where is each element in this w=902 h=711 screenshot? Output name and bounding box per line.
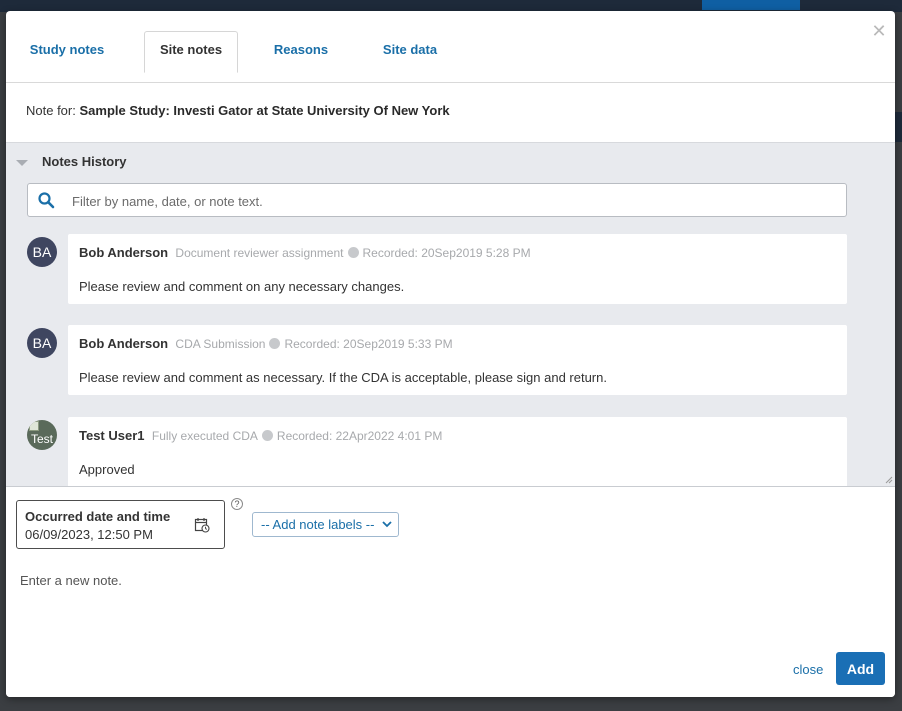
close-button[interactable]: close <box>793 662 823 677</box>
tab-reasons[interactable]: Reasons <box>263 32 339 73</box>
separator-dot-icon <box>347 247 359 258</box>
help-icon[interactable]: ? <box>231 498 243 510</box>
history-search <box>27 183 847 217</box>
note-label: Document reviewer assignment <box>175 246 344 260</box>
occurred-date-label: Occurred date and time <box>25 509 171 524</box>
note-meta: Test User1 Fully executed CDA Recorded: 2… <box>79 428 836 443</box>
notes-history-title: Notes History <box>42 154 127 169</box>
note-for-line: Note for: Sample Study: Investi Gator at… <box>26 103 450 118</box>
note-recorded: Recorded: 20Sep2019 5:28 PM <box>362 246 531 260</box>
note-text: Please review and comment as necessary. … <box>79 370 607 385</box>
app-header-accent <box>702 0 800 10</box>
tab-study-notes[interactable]: Study notes <box>17 32 117 73</box>
note-card: Bob Anderson CDA Submission Recorded: 20S… <box>68 325 847 395</box>
tab-site-notes[interactable]: Site notes <box>144 31 238 73</box>
site-notes-dialog: ✕ Study notes Site notes Reasons Site da… <box>6 11 895 697</box>
calendar-clock-icon[interactable] <box>194 517 210 533</box>
note-for-value: Sample Study: Investi Gator at State Uni… <box>79 103 450 118</box>
note-label: Fully executed CDA <box>151 429 258 443</box>
note-meta: Bob Anderson Document reviewer assignmen… <box>79 245 836 260</box>
separator-dot-icon <box>261 430 273 441</box>
avatar: Test <box>27 420 57 450</box>
note-recorded: Recorded: 20Sep2019 5:33 PM <box>284 337 453 351</box>
note-card: Bob Anderson Document reviewer assignmen… <box>68 234 847 304</box>
note-labels-placeholder: -- Add note labels -- <box>261 517 375 532</box>
note-meta: Bob Anderson CDA Submission Recorded: 20S… <box>79 336 836 351</box>
backdrop-strip <box>894 112 902 142</box>
note-author: Test User1 <box>79 428 145 443</box>
note-author: Bob Anderson <box>79 336 169 351</box>
resize-handle-icon[interactable] <box>885 476 893 484</box>
note-author: Bob Anderson <box>79 245 169 260</box>
note-recorded: Recorded: 22Apr2022 4:01 PM <box>276 429 443 443</box>
notes-history-panel: Notes History BA Bob Anderson Document r… <box>6 142 895 486</box>
tab-bar: Study notes Site notes Reasons Site data <box>6 11 895 83</box>
note-for-prefix: Note for: <box>26 103 76 118</box>
chevron-down-icon <box>16 159 28 166</box>
note-labels-select[interactable]: -- Add note labels -- <box>252 512 399 537</box>
avatar: BA <box>27 328 57 358</box>
occurred-date-field[interactable]: Occurred date and time 06/09/2023, 12:50… <box>16 500 225 549</box>
add-note-button[interactable]: Add <box>836 652 885 685</box>
broken-image-icon <box>29 421 39 431</box>
search-input[interactable] <box>72 191 832 211</box>
note-text: Please review and comment on any necessa… <box>79 279 405 294</box>
occurred-date-value: 06/09/2023, 12:50 PM <box>25 527 153 542</box>
separator-dot-icon <box>269 338 281 349</box>
new-note-input[interactable] <box>20 573 880 653</box>
avatar-alt-text: Test <box>30 432 53 446</box>
avatar: BA <box>27 237 57 267</box>
note-text: Approved <box>79 462 135 477</box>
new-note-form: Occurred date and time 06/09/2023, 12:50… <box>6 486 895 697</box>
note-label: CDA Submission <box>175 337 266 351</box>
tab-site-data[interactable]: Site data <box>370 32 450 73</box>
note-card: Test User1 Fully executed CDA Recorded: 2… <box>68 417 847 486</box>
notes-history-toggle[interactable]: Notes History <box>16 154 127 169</box>
search-icon <box>38 192 55 209</box>
chevron-down-icon <box>382 521 392 528</box>
